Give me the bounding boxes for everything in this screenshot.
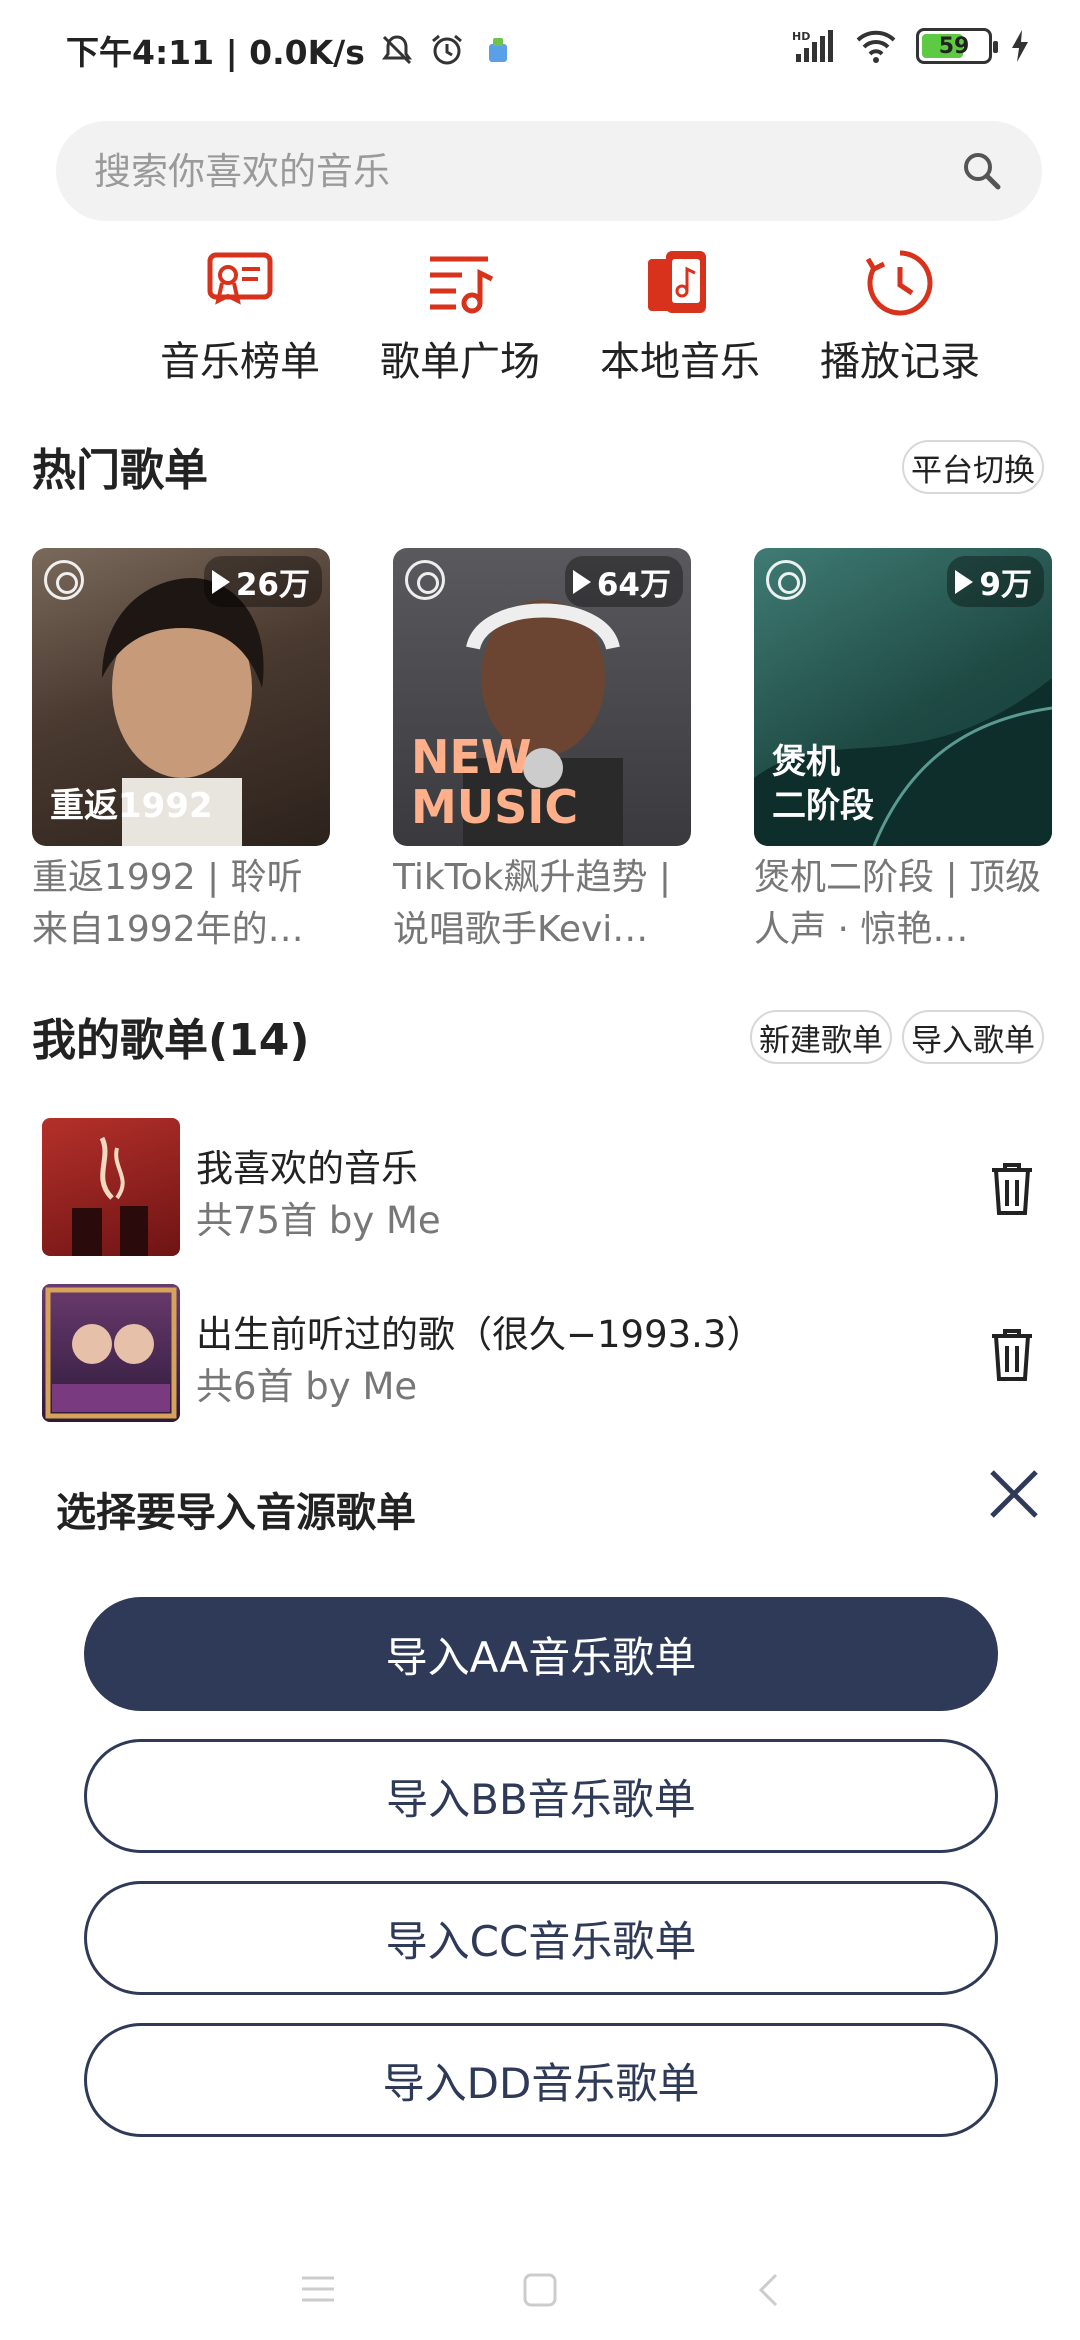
cover-text: NEW MUSIC [411, 730, 579, 834]
cell-signal-icon: HD [792, 30, 833, 62]
play-count-value: 9万 [979, 567, 1032, 603]
status-right: HD 59 [792, 28, 1030, 64]
netease-logo-icon [766, 560, 806, 600]
play-count: 9万 [947, 556, 1044, 607]
nav-play-history[interactable]: 播放记录 [790, 245, 1010, 387]
play-count: 26万 [203, 556, 322, 607]
list-item[interactable]: 出生前听过的歌（很久−1993.3） 共6首 by Me [0, 1276, 1080, 1442]
play-icon [572, 569, 591, 594]
local-music-phone-icon [648, 251, 706, 313]
nav-playlist-square[interactable]: 歌单广场 [350, 245, 570, 387]
playlist-title: 我喜欢的音乐 [196, 1147, 418, 1190]
playlist-subtitle: 共75首 by Me [196, 1199, 441, 1242]
playlist-cover: 26万 重返1992 [32, 548, 330, 846]
battery-indicator: 59 [916, 28, 998, 64]
import-bb-button[interactable]: 导入BB音乐歌单 [84, 1739, 998, 1853]
my-playlists-title: 我的歌单(14) [32, 1015, 310, 1066]
status-bar: 下午4:11 | 0.0K/s HD 59 [0, 0, 1080, 100]
playlist-thumbnail [42, 1118, 180, 1256]
playlist-desc: 煲机二阶段 | 顶级人声 · 惊艳… [754, 857, 1042, 950]
import-dd-button[interactable]: 导入DD音乐歌单 [84, 2023, 998, 2137]
trash-icon[interactable] [988, 1328, 1036, 1382]
wifi-icon [856, 30, 896, 63]
hot-playlist-card[interactable]: 64万 NEW MUSIC TikTok飙升趋势 | 说唱歌手Kevi… [393, 548, 691, 956]
hot-playlist-card[interactable]: 9万 煲机 二阶段 煲机二阶段 | 顶级人声 · 惊艳… [754, 548, 1052, 956]
list-item[interactable]: 我喜欢的音乐 共75首 by Me [0, 1110, 1080, 1276]
hot-playlist-card[interactable]: 26万 重返1992 重返1992 | 聆听来自1992年的… [32, 548, 330, 956]
import-playlist-button[interactable]: 导入歌单 [902, 1010, 1044, 1064]
playlist-subtitle: 共6首 by Me [196, 1365, 418, 1408]
play-count-value: 26万 [235, 567, 310, 603]
nav-label: 音乐榜单 [160, 339, 320, 385]
trash-icon[interactable] [988, 1162, 1036, 1216]
alarm-clock-icon [431, 34, 462, 65]
import-sheet-title: 选择要导入音源歌单 [56, 1490, 416, 1536]
search-bar[interactable] [56, 121, 1042, 221]
thumb-image [45, 1287, 177, 1419]
quick-nav: 音乐榜单 歌单广场 本地音乐 播放记录 [0, 245, 1080, 387]
hot-playlist-cards: 26万 重返1992 重返1992 | 聆听来自1992年的… 64万 NEW … [32, 548, 1080, 958]
playlist-desc: TikTok飙升趋势 | 说唱歌手Kevi… [393, 857, 672, 950]
nav-label: 本地音乐 [600, 339, 760, 385]
back-icon[interactable] [756, 2272, 780, 2308]
nav-label: 播放记录 [820, 339, 980, 385]
nav-local-music[interactable]: 本地音乐 [570, 245, 790, 387]
netease-logo-icon [44, 560, 84, 600]
import-aa-button[interactable]: 导入AA音乐歌单 [84, 1597, 998, 1711]
new-playlist-button[interactable]: 新建歌单 [750, 1010, 892, 1064]
battery-level: 59 [938, 33, 970, 59]
play-icon [211, 569, 230, 594]
svg-text:HD: HD [792, 30, 810, 43]
nav-label: 歌单广场 [380, 339, 540, 385]
app-notification-icon [488, 38, 507, 62]
status-time-speed: 下午4:11 | 0.0K/s [66, 33, 365, 72]
netease-logo-icon [405, 560, 445, 600]
playlist-music-icon [430, 256, 494, 314]
chart-certificate-icon [207, 252, 273, 305]
playlist-cover: 64万 NEW MUSIC [393, 548, 691, 846]
thumb-image [72, 1136, 148, 1256]
platform-switch-button[interactable]: 平台切换 [902, 440, 1044, 494]
playlist-title: 出生前听过的歌（很久−1993.3） [196, 1313, 764, 1356]
history-clock-icon [865, 250, 933, 316]
cover-text: 煲机 二阶段 [772, 742, 874, 826]
charging-icon [1012, 30, 1028, 62]
home-icon[interactable] [522, 2272, 558, 2308]
hot-playlists-title: 热门歌单 [32, 445, 208, 496]
playlist-cover: 9万 煲机 二阶段 [754, 548, 1052, 846]
nav-music-charts[interactable]: 音乐榜单 [130, 245, 350, 387]
play-count-value: 64万 [596, 567, 671, 603]
playlist-desc: 重返1992 | 聆听来自1992年的… [32, 857, 304, 950]
system-nav-bar [0, 2240, 1080, 2340]
playlist-thumbnail [42, 1284, 180, 1422]
menu-icon[interactable] [300, 2274, 336, 2304]
play-count: 64万 [564, 556, 683, 607]
import-cc-button[interactable]: 导入CC音乐歌单 [84, 1881, 998, 1995]
search-icon[interactable] [960, 149, 1004, 193]
search-input[interactable] [94, 149, 960, 193]
cover-text: 重返1992 [50, 786, 213, 826]
status-left: 下午4:11 | 0.0K/s [66, 26, 515, 74]
mute-bell-icon [381, 35, 412, 65]
close-icon[interactable] [986, 1466, 1042, 1522]
play-icon [955, 569, 974, 594]
